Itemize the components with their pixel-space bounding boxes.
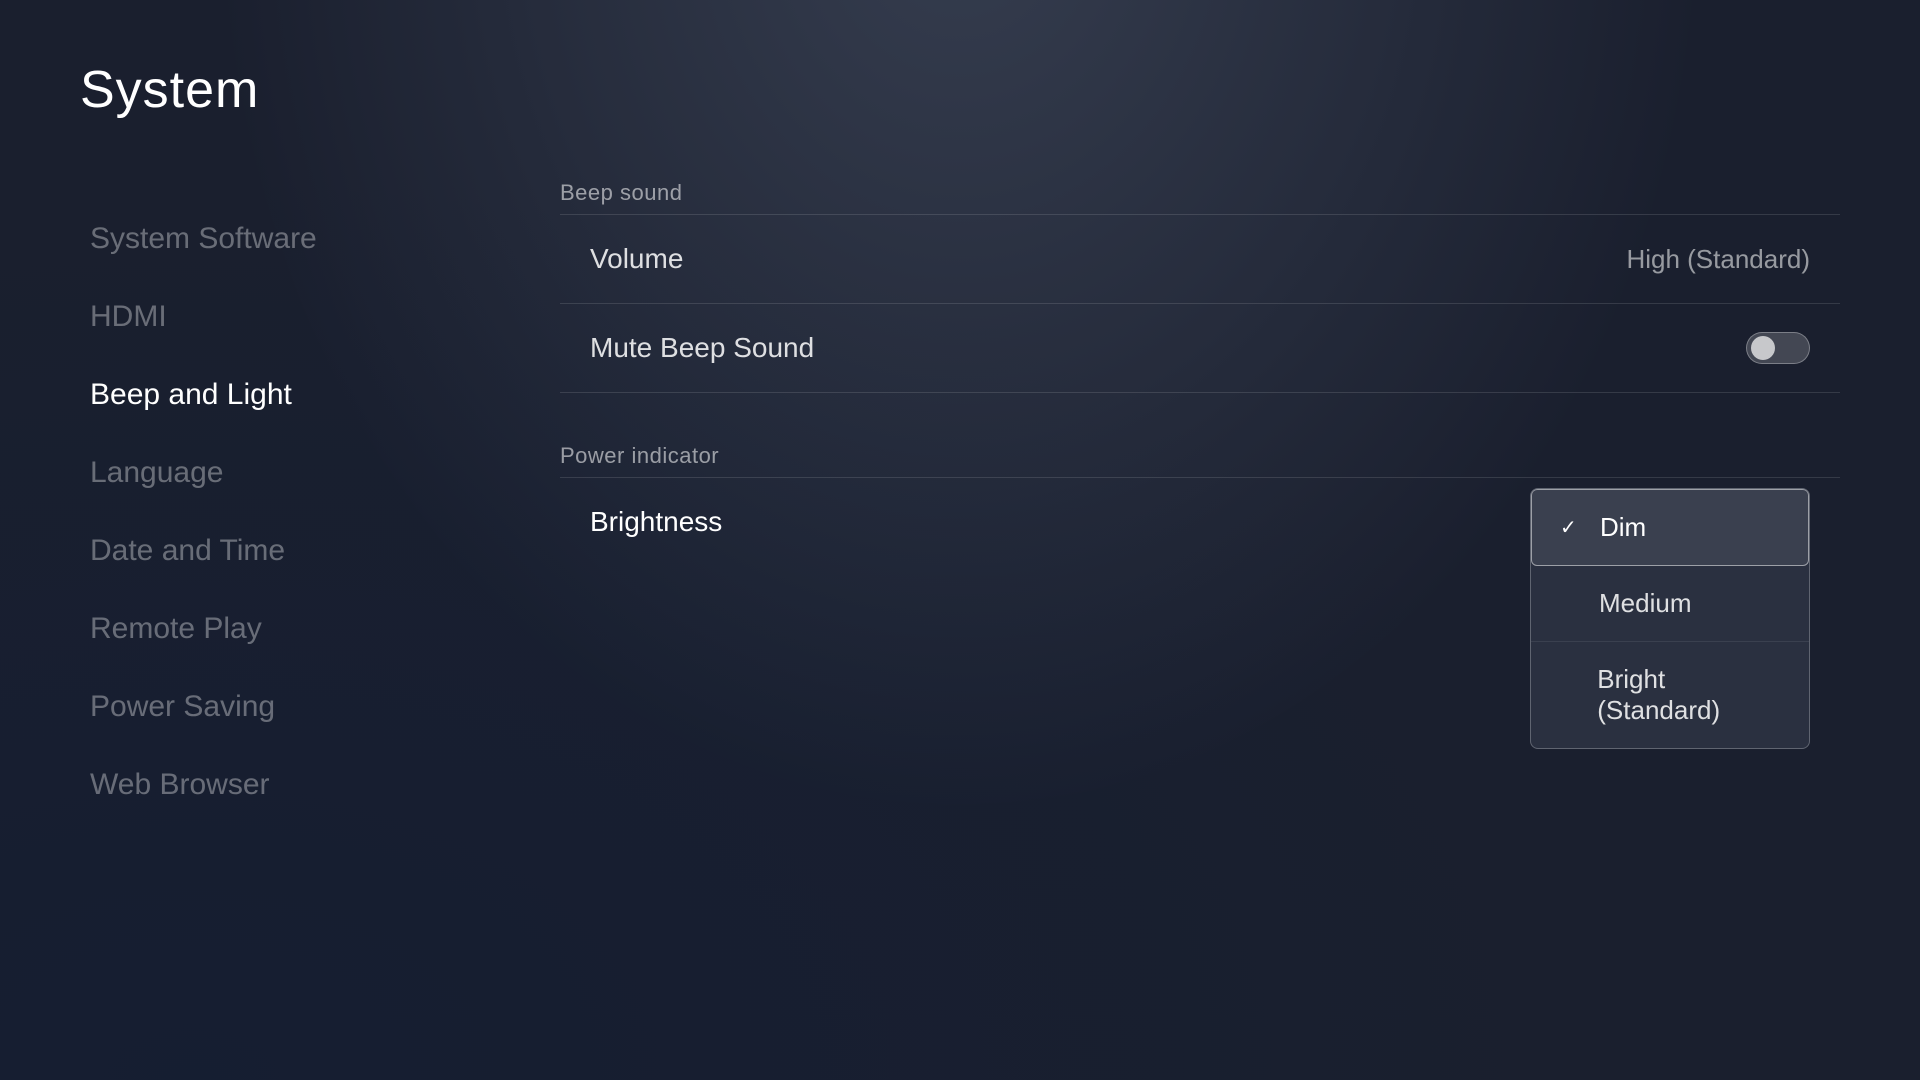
dropdown-option-medium[interactable]: Medium (1531, 566, 1809, 642)
brightness-row[interactable]: Brightness ✓ Dim Medium Br (560, 477, 1840, 566)
checkmark-icon: ✓ (1560, 515, 1584, 540)
dropdown-option-bright-label: Bright (Standard) (1597, 664, 1781, 726)
brightness-dropdown[interactable]: ✓ Dim Medium Bright (Standard) (1530, 488, 1810, 749)
dropdown-option-medium-label: Medium (1599, 588, 1691, 619)
power-indicator-section: Power indicator Brightness ✓ Dim Medium (560, 443, 1840, 566)
main-content: Beep sound Volume High (Standard) Mute B… (500, 180, 1840, 1020)
dropdown-option-dim[interactable]: ✓ Dim (1531, 489, 1809, 566)
dropdown-option-bright-standard[interactable]: Bright (Standard) (1531, 642, 1809, 748)
sidebar-item-web-browser[interactable]: Web Browser (80, 746, 500, 824)
sidebar-item-power-saving[interactable]: Power Saving (80, 668, 500, 746)
sidebar: System Software HDMI Beep and Light Lang… (80, 180, 500, 1020)
volume-label: Volume (590, 243, 683, 275)
dropdown-option-dim-label: Dim (1600, 512, 1646, 543)
power-indicator-label: Power indicator (560, 443, 1840, 469)
beep-sound-section: Beep sound Volume High (Standard) Mute B… (560, 180, 1840, 393)
mute-beep-label: Mute Beep Sound (590, 332, 814, 364)
page-title: System (80, 60, 1840, 120)
brightness-label: Brightness (590, 506, 722, 538)
beep-sound-label: Beep sound (560, 180, 1840, 206)
sidebar-item-remote-play[interactable]: Remote Play (80, 590, 500, 668)
sidebar-item-language[interactable]: Language (80, 434, 500, 512)
sidebar-item-beep-and-light[interactable]: Beep and Light (80, 356, 500, 434)
sidebar-item-hdmi[interactable]: HDMI (80, 278, 500, 356)
sidebar-item-system-software[interactable]: System Software (80, 200, 500, 278)
sidebar-item-date-and-time[interactable]: Date and Time (80, 512, 500, 590)
mute-beep-toggle[interactable] (1746, 332, 1810, 364)
mute-beep-row[interactable]: Mute Beep Sound (560, 303, 1840, 393)
volume-row[interactable]: Volume High (Standard) (560, 214, 1840, 303)
volume-value: High (Standard) (1626, 244, 1810, 275)
